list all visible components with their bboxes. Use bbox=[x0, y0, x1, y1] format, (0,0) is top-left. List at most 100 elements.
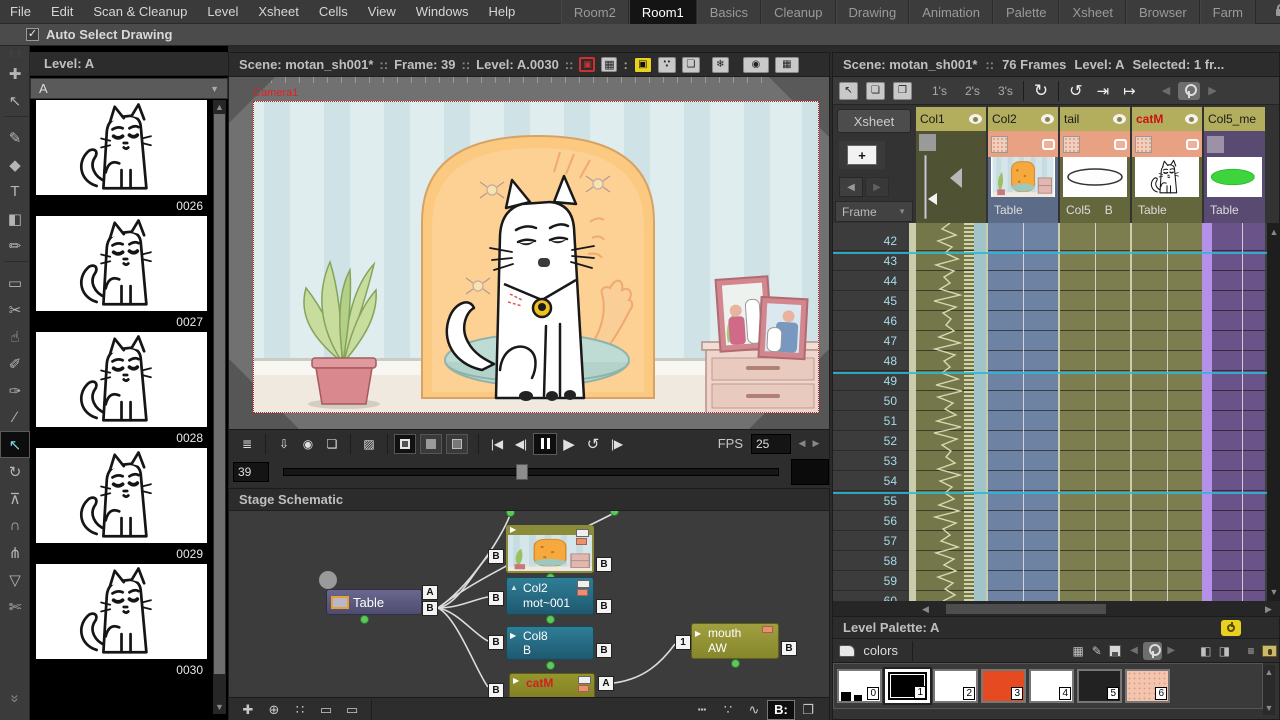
scroll-right-icon[interactable]: ▶ bbox=[1262, 604, 1275, 615]
sound-column-cells[interactable] bbox=[916, 223, 986, 601]
3d-view-mode-button[interactable] bbox=[446, 433, 468, 454]
xsheet-mode-button[interactable]: Xsheet bbox=[837, 109, 911, 133]
eye-icon[interactable] bbox=[969, 114, 982, 124]
reframe-icon[interactable]: ↺ bbox=[1069, 81, 1082, 101]
camera-stand-view-icon[interactable]: ∵ bbox=[715, 700, 741, 720]
level-frame-thumbnail[interactable] bbox=[36, 332, 207, 427]
thumbnail-toggle[interactable] bbox=[991, 135, 1008, 153]
room-tab-cleanup[interactable]: Cleanup bbox=[761, 0, 836, 24]
menu-scan-cleanup[interactable]: Scan & Cleanup bbox=[83, 0, 197, 24]
xsheet-grid[interactable]: 42 43 44 45 46 47 48 49 50 51 52 53 54 5… bbox=[833, 223, 1280, 601]
step-2-button[interactable]: 2's bbox=[965, 84, 980, 98]
minimize-nodes-icon[interactable]: ▭ bbox=[339, 700, 365, 720]
style-swatch-2[interactable]: 2 bbox=[933, 669, 978, 703]
frame-row[interactable]: 46 bbox=[833, 311, 909, 331]
schematic-node-catm[interactable]: ▶ catM bbox=[509, 673, 595, 697]
style-swatch-6[interactable]: 6 bbox=[1125, 669, 1170, 703]
frame-row[interactable]: 42 bbox=[833, 231, 909, 251]
frame-row[interactable]: 45 bbox=[833, 291, 909, 311]
fps-field[interactable]: 25 bbox=[751, 433, 791, 454]
level-frame-thumbnail[interactable] bbox=[36, 216, 207, 311]
level-frame-thumbnail[interactable] bbox=[36, 448, 207, 543]
animate-tool[interactable]: ✚ bbox=[0, 60, 30, 87]
schematic-node-col8[interactable]: ▶ Col8 B bbox=[506, 626, 594, 660]
first-frame-button[interactable]: |◀ bbox=[485, 433, 509, 455]
geometric-tool[interactable]: ◆ bbox=[0, 151, 30, 178]
style-picker-tool[interactable]: ✐ bbox=[0, 350, 30, 377]
room-tab-room2[interactable]: Room2 bbox=[560, 0, 629, 24]
camera-capture-icon[interactable]: ◉ bbox=[296, 433, 320, 455]
col8-out-port[interactable]: B bbox=[596, 643, 612, 658]
menu-level[interactable]: Level bbox=[197, 0, 248, 24]
key-icon[interactable] bbox=[1143, 641, 1162, 660]
toggle-style-name-icon[interactable]: ◧ bbox=[1197, 641, 1216, 660]
palette-gizmo-icon[interactable] bbox=[837, 641, 857, 660]
col2-cells[interactable] bbox=[988, 223, 1058, 601]
camstand-view-mode-button[interactable] bbox=[420, 433, 442, 454]
iron-tool[interactable]: ▽ bbox=[0, 566, 30, 593]
schematic-node-col2[interactable]: ▲ Col2 mot~001 bbox=[506, 577, 594, 615]
fps-increment[interactable]: ▶ bbox=[809, 433, 823, 455]
scroll-up-icon[interactable]: ▲ bbox=[1267, 227, 1280, 237]
room-tab-palette[interactable]: Palette bbox=[993, 0, 1060, 24]
frame-row[interactable]: 49 bbox=[833, 371, 909, 391]
options-list-icon[interactable]: ≡ bbox=[1242, 641, 1261, 660]
nodes-fullsize-icon[interactable]: ▭ bbox=[313, 700, 339, 720]
next-key-icon[interactable]: ▶ bbox=[1162, 641, 1181, 660]
level-strip-scrollbar[interactable]: ▲ ▼ bbox=[213, 100, 226, 714]
menu-xsheet[interactable]: Xsheet bbox=[248, 0, 308, 24]
frame-row[interactable]: 58 bbox=[833, 551, 909, 571]
level-frame-thumbnail[interactable] bbox=[36, 100, 207, 195]
edit-style-icon[interactable]: ✎ bbox=[1087, 641, 1106, 660]
viewer-canvas[interactable]: Camera1 bbox=[229, 77, 829, 429]
frame-row[interactable]: 47 bbox=[833, 331, 909, 351]
col2-out-port[interactable]: B bbox=[596, 599, 612, 614]
schematic-node-table[interactable]: Table bbox=[326, 589, 422, 615]
schematic-canvas[interactable]: Table A B ▶ B B ▲ Col2 mot~001 B B ▶ Col8… bbox=[229, 511, 829, 697]
current-frame-field[interactable]: 39 bbox=[233, 462, 269, 482]
filter-icon[interactable] bbox=[1186, 138, 1199, 150]
open-sub-xsheet-icon[interactable]: ↦ bbox=[1123, 82, 1136, 100]
loop-button[interactable]: ↺ bbox=[581, 433, 605, 455]
node-collapse-icon[interactable]: ▲ bbox=[510, 580, 518, 595]
palette-page-tab[interactable]: colors bbox=[863, 643, 898, 658]
level-combo[interactable]: A ▼ bbox=[30, 78, 228, 99]
scroll-down-icon[interactable]: ▼ bbox=[213, 702, 226, 712]
node-expand-icon[interactable]: ▶ bbox=[510, 629, 516, 643]
fps-decrement[interactable]: ◀ bbox=[795, 433, 809, 455]
3d-view-icon[interactable]: ∵ bbox=[657, 56, 676, 73]
frame-slider[interactable] bbox=[282, 464, 780, 480]
finger-tool[interactable]: ☝ bbox=[0, 323, 30, 350]
viewer-menu-icon[interactable]: ≣ bbox=[235, 433, 259, 455]
frame-row[interactable]: 43 bbox=[833, 251, 909, 271]
room-tab-farm[interactable]: Farm bbox=[1199, 0, 1256, 24]
schematic-node-background[interactable]: ▶ bbox=[506, 525, 594, 573]
frame-row[interactable]: 60 bbox=[833, 591, 909, 601]
style-swatch-5[interactable]: 5 bbox=[1077, 669, 1122, 703]
step-forward-button[interactable]: |▶ bbox=[605, 433, 629, 455]
room-tab-browser[interactable]: Browser bbox=[1125, 0, 1200, 24]
filter-icon[interactable] bbox=[1114, 138, 1127, 150]
bg-node-out-port[interactable]: B bbox=[596, 557, 612, 572]
menu-edit[interactable]: Edit bbox=[41, 0, 83, 24]
scroll-down-icon[interactable]: ▼ bbox=[1263, 703, 1275, 713]
frame-row[interactable]: 51 bbox=[833, 411, 909, 431]
magnet-tool[interactable]: ∩ bbox=[0, 512, 30, 539]
scroll-left-icon[interactable]: ◀ bbox=[919, 604, 932, 615]
prev-frame-nav[interactable]: ◀ bbox=[839, 177, 863, 197]
sound-scrub-band[interactable] bbox=[974, 223, 986, 601]
cutter-tool[interactable]: ✄ bbox=[0, 593, 30, 620]
bg-node-in-port[interactable]: B bbox=[488, 549, 504, 564]
rgb-picker-tool[interactable]: ✑ bbox=[0, 377, 30, 404]
previous-frame-button[interactable]: ◀| bbox=[509, 433, 533, 455]
toggle-xsheet-icon[interactable]: ↖ bbox=[839, 81, 858, 100]
frame-row[interactable]: 55 bbox=[833, 491, 909, 511]
node-expand-icon[interactable]: ▶ bbox=[695, 626, 701, 641]
next-frame-nav[interactable]: ▶ bbox=[865, 177, 889, 197]
speaker-icon[interactable] bbox=[942, 173, 944, 191]
menu-view[interactable]: View bbox=[358, 0, 406, 24]
mouth-in-port[interactable]: 1 bbox=[675, 635, 691, 650]
palette-scrollbar[interactable]: ▲ ▼ bbox=[1263, 665, 1275, 715]
step-3-button[interactable]: 3's bbox=[998, 84, 1013, 98]
tape-tool[interactable]: ✂ bbox=[0, 296, 30, 323]
